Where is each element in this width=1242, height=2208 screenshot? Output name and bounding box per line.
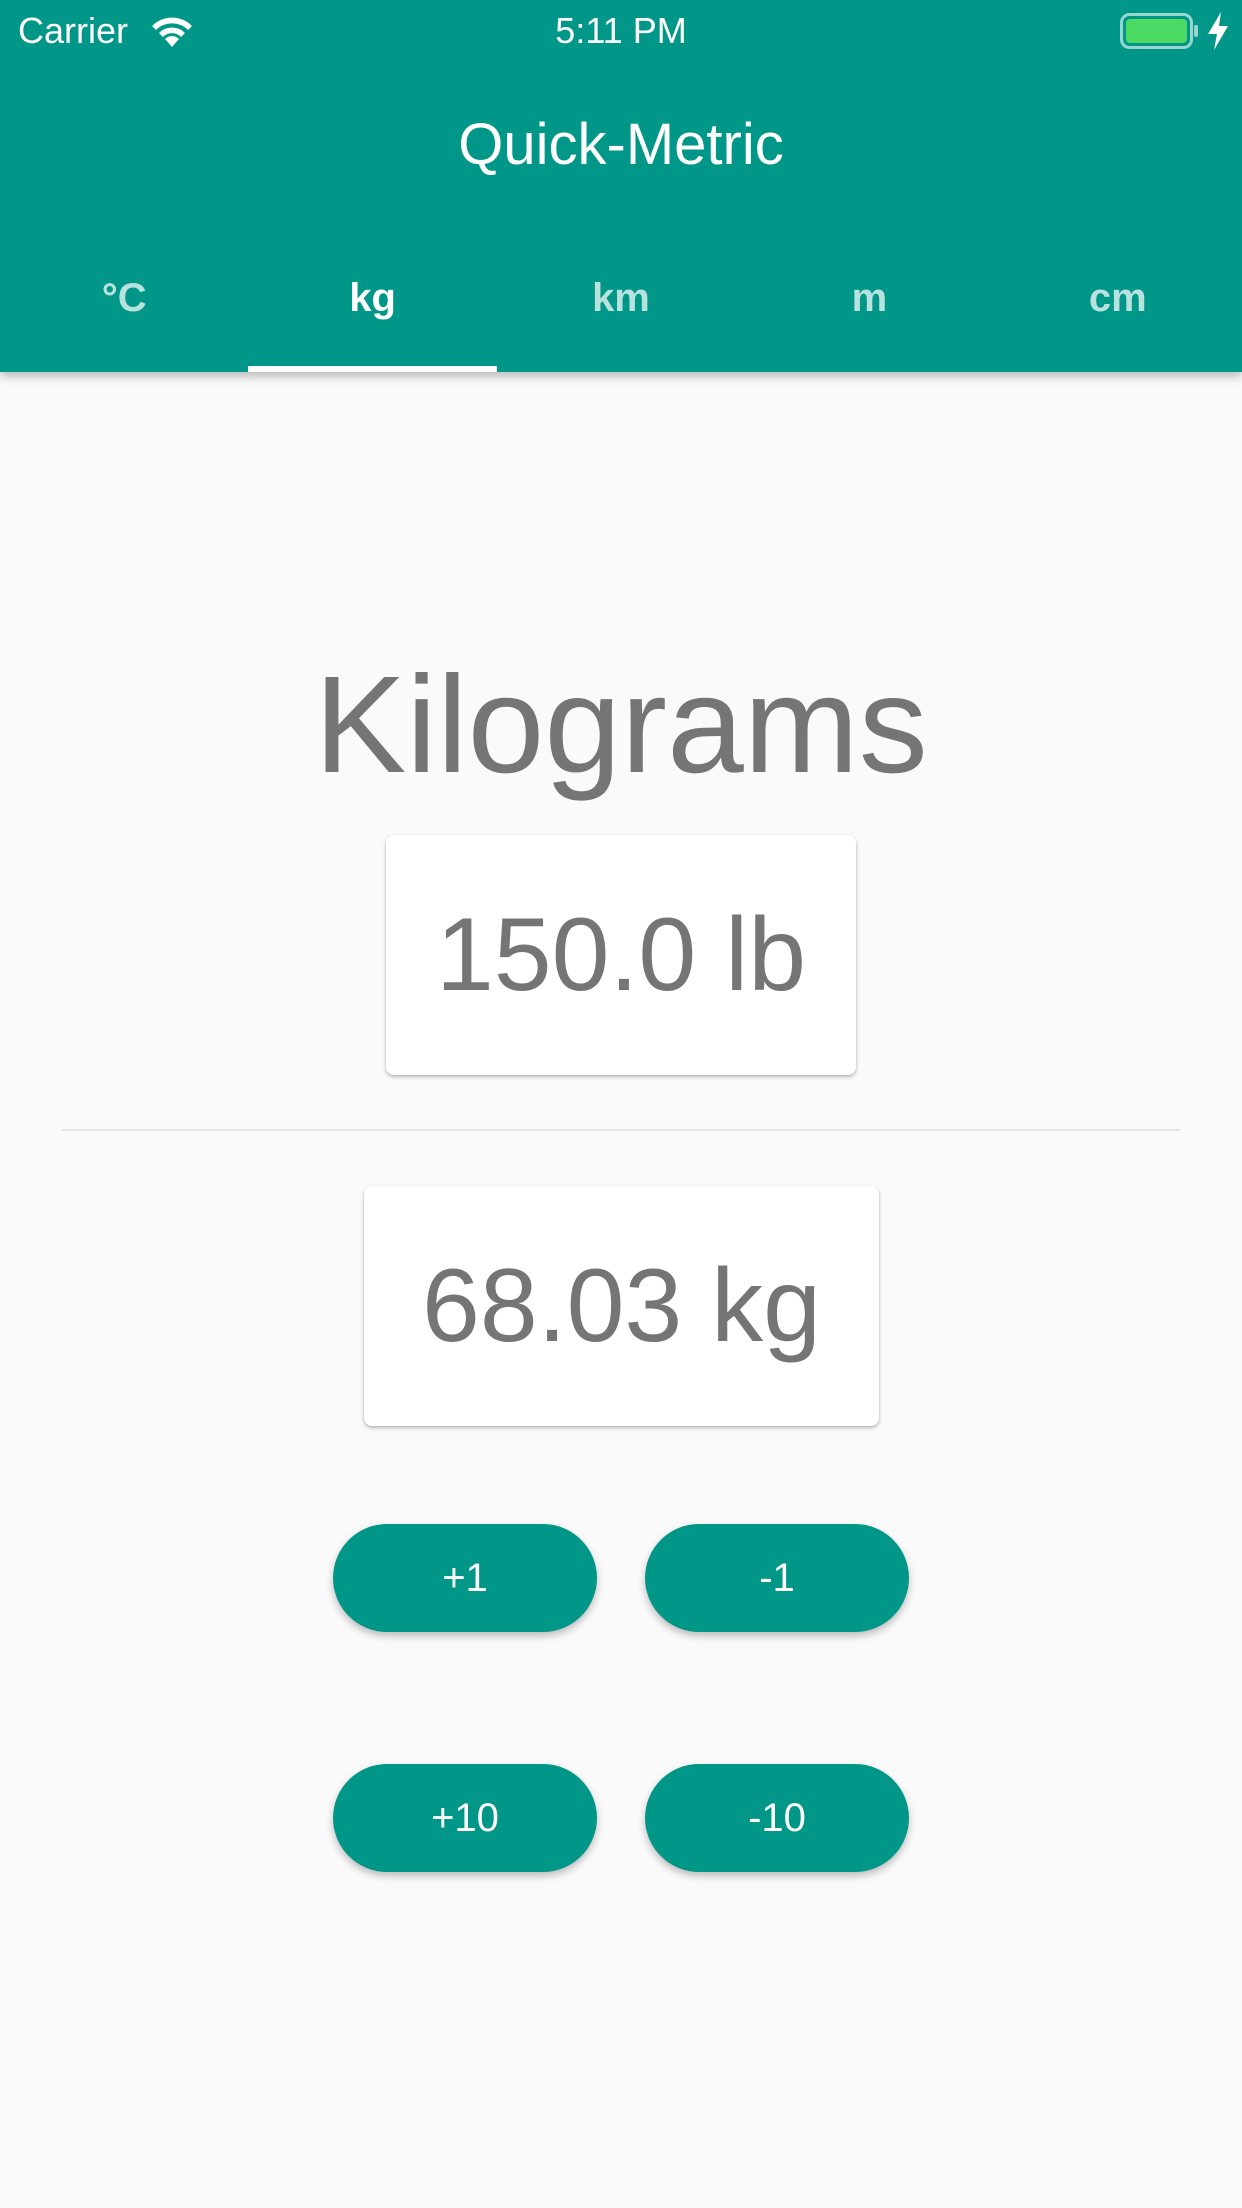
- increment-one-button[interactable]: +1: [333, 1524, 597, 1632]
- tab-celsius[interactable]: °C: [0, 250, 248, 372]
- increment-ten-button[interactable]: +10: [333, 1764, 597, 1872]
- decrement-one-button[interactable]: -1: [645, 1524, 909, 1632]
- tab-label: m: [851, 276, 888, 320]
- battery-icon: [1120, 13, 1198, 49]
- active-tab-indicator: [248, 366, 497, 372]
- tab-label: kg: [349, 276, 396, 320]
- status-time: 5:11 PM: [555, 10, 687, 51]
- app-title: Quick-Metric: [458, 112, 784, 177]
- tab-label: cm: [1088, 276, 1147, 320]
- status-bar: Carrier 5:11 PM: [0, 0, 1242, 62]
- tab-kilograms[interactable]: kg: [248, 250, 497, 372]
- unit-tabs: °C kg km m cm: [0, 250, 1242, 372]
- tab-centimeters[interactable]: cm: [994, 250, 1242, 372]
- app-bar: Carrier 5:11 PM Quick-Metric °C kg km m …: [0, 0, 1242, 372]
- unit-heading: Kilograms: [314, 648, 928, 802]
- tab-meters[interactable]: m: [745, 250, 993, 372]
- decrement-ten-button[interactable]: -10: [645, 1764, 909, 1872]
- divider: [62, 1129, 1180, 1131]
- charging-bolt-icon: [1208, 12, 1228, 50]
- input-value-card[interactable]: 150.0 lb: [386, 835, 856, 1075]
- output-value-card: 68.03 kg: [364, 1186, 879, 1426]
- app-screen: Carrier 5:11 PM Quick-Metric °C kg km m …: [0, 0, 1242, 2208]
- tab-label: °C: [101, 276, 147, 320]
- tab-kilometers[interactable]: km: [497, 250, 745, 372]
- tab-label: km: [592, 276, 650, 320]
